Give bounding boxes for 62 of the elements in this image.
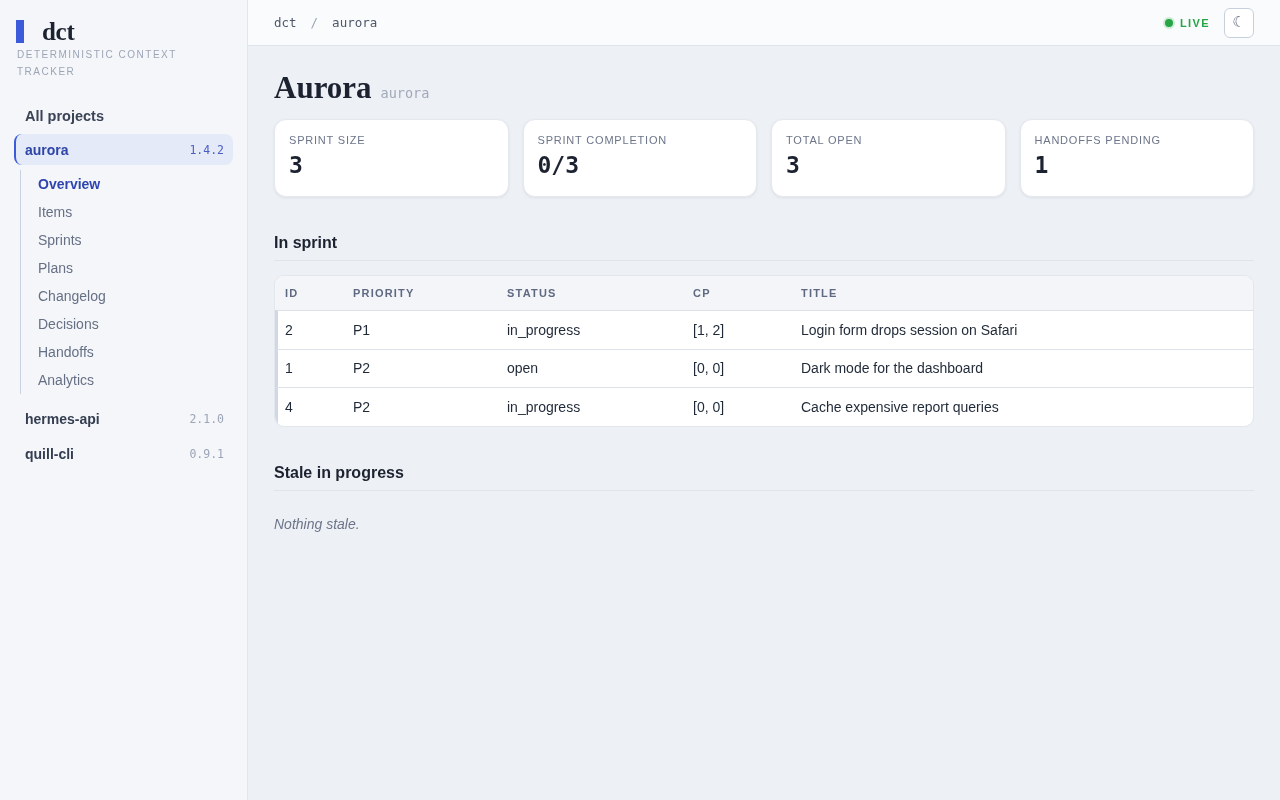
stat-label: SPRINT COMPLETION — [537, 133, 668, 147]
stat-value: 1 — [1034, 151, 1049, 180]
nav-item[interactable]: Items — [38, 198, 73, 226]
logo-text: dct — [42, 20, 75, 43]
table-cell: P2 — [353, 360, 371, 377]
table-cell: [0, 0] — [693, 398, 725, 415]
nav-item[interactable]: Handoffs — [38, 338, 94, 366]
table-cell: Cache expensive report queries — [801, 398, 999, 415]
column-header: STATUS — [507, 287, 557, 299]
logo-subtitle: DETERMINISTIC CONTEXT TRACKER — [16, 48, 178, 79]
project-name: aurora — [25, 141, 69, 158]
project-version: 0.9.1 — [189, 446, 224, 461]
nav-item[interactable]: Overview — [38, 170, 101, 198]
project-slug: aurora — [380, 85, 430, 101]
live-status: LIVE — [1179, 16, 1210, 29]
table-row[interactable]: 2 P1 in_progress [1, 2] Login form drops session on Safari — [275, 310, 1253, 349]
project-item[interactable]: aurora 1.4.2 — [14, 134, 233, 165]
breadcrumb-link[interactable]: dct — [274, 15, 297, 30]
table-row[interactable]: 4 P2 in_progress [0, 0] Cache expensive report queries — [275, 387, 1253, 426]
table-cell: in_progress — [507, 321, 581, 338]
empty-message: Nothing stale. — [274, 515, 360, 532]
stat-label: HANDOFFS PENDING — [1034, 133, 1161, 147]
nav-item[interactable]: Decisions — [38, 310, 99, 338]
table-cell: Login form drops session on Safari — [801, 321, 1018, 338]
table-cell: 1 — [285, 360, 293, 377]
column-header: ID — [285, 287, 299, 299]
project-name: quill-cli — [25, 445, 74, 462]
table-cell: [0, 0] — [693, 360, 725, 377]
project-item[interactable]: hermes-api 2.1.0 — [14, 403, 233, 434]
column-header: PRIORITY — [353, 287, 415, 299]
table-cell: [1, 2] — [693, 321, 725, 338]
table-cell: 2 — [285, 321, 293, 338]
page-title: Aurora — [274, 69, 372, 107]
table-cell: Dark mode for the dashboard — [801, 360, 984, 377]
table-cell: P2 — [353, 398, 371, 415]
project-item[interactable]: quill-cli 0.9.1 — [14, 438, 233, 469]
section-title: Stale in progress — [274, 462, 404, 483]
nav-item[interactable]: Plans — [38, 254, 74, 282]
theme-toggle-button[interactable]: ☾ — [1224, 7, 1254, 38]
table-cell: P1 — [353, 321, 371, 338]
stat-value: 3 — [289, 151, 303, 180]
breadcrumb-separator: / — [310, 15, 319, 30]
table-cell: 4 — [285, 398, 293, 415]
logo-bar-icon — [16, 20, 24, 43]
table-cell: open — [507, 360, 539, 377]
project-version: 2.1.0 — [189, 411, 224, 426]
stat-value: 0/3 — [537, 151, 580, 180]
nav-item[interactable]: Changelog — [38, 282, 106, 310]
breadcrumb-link[interactable]: aurora — [332, 15, 378, 30]
stat-label: TOTAL OPEN — [786, 133, 863, 147]
section-title: In sprint — [274, 233, 338, 253]
stat-value: 3 — [786, 151, 800, 180]
table-row[interactable]: 1 P2 open [0, 0] Dark mode for the dashboard — [275, 348, 1253, 387]
project-version: 1.4.2 — [189, 142, 224, 157]
project-name: hermes-api — [25, 410, 100, 427]
all-projects-link[interactable]: All projects — [14, 105, 115, 127]
nav-item[interactable]: Sprints — [38, 226, 82, 254]
stat-label: SPRINT SIZE — [289, 133, 366, 147]
table-cell: in_progress — [507, 398, 581, 415]
column-header: TITLE — [801, 287, 838, 299]
column-header: CP — [693, 287, 711, 299]
nav-item[interactable]: Analytics — [38, 366, 95, 394]
